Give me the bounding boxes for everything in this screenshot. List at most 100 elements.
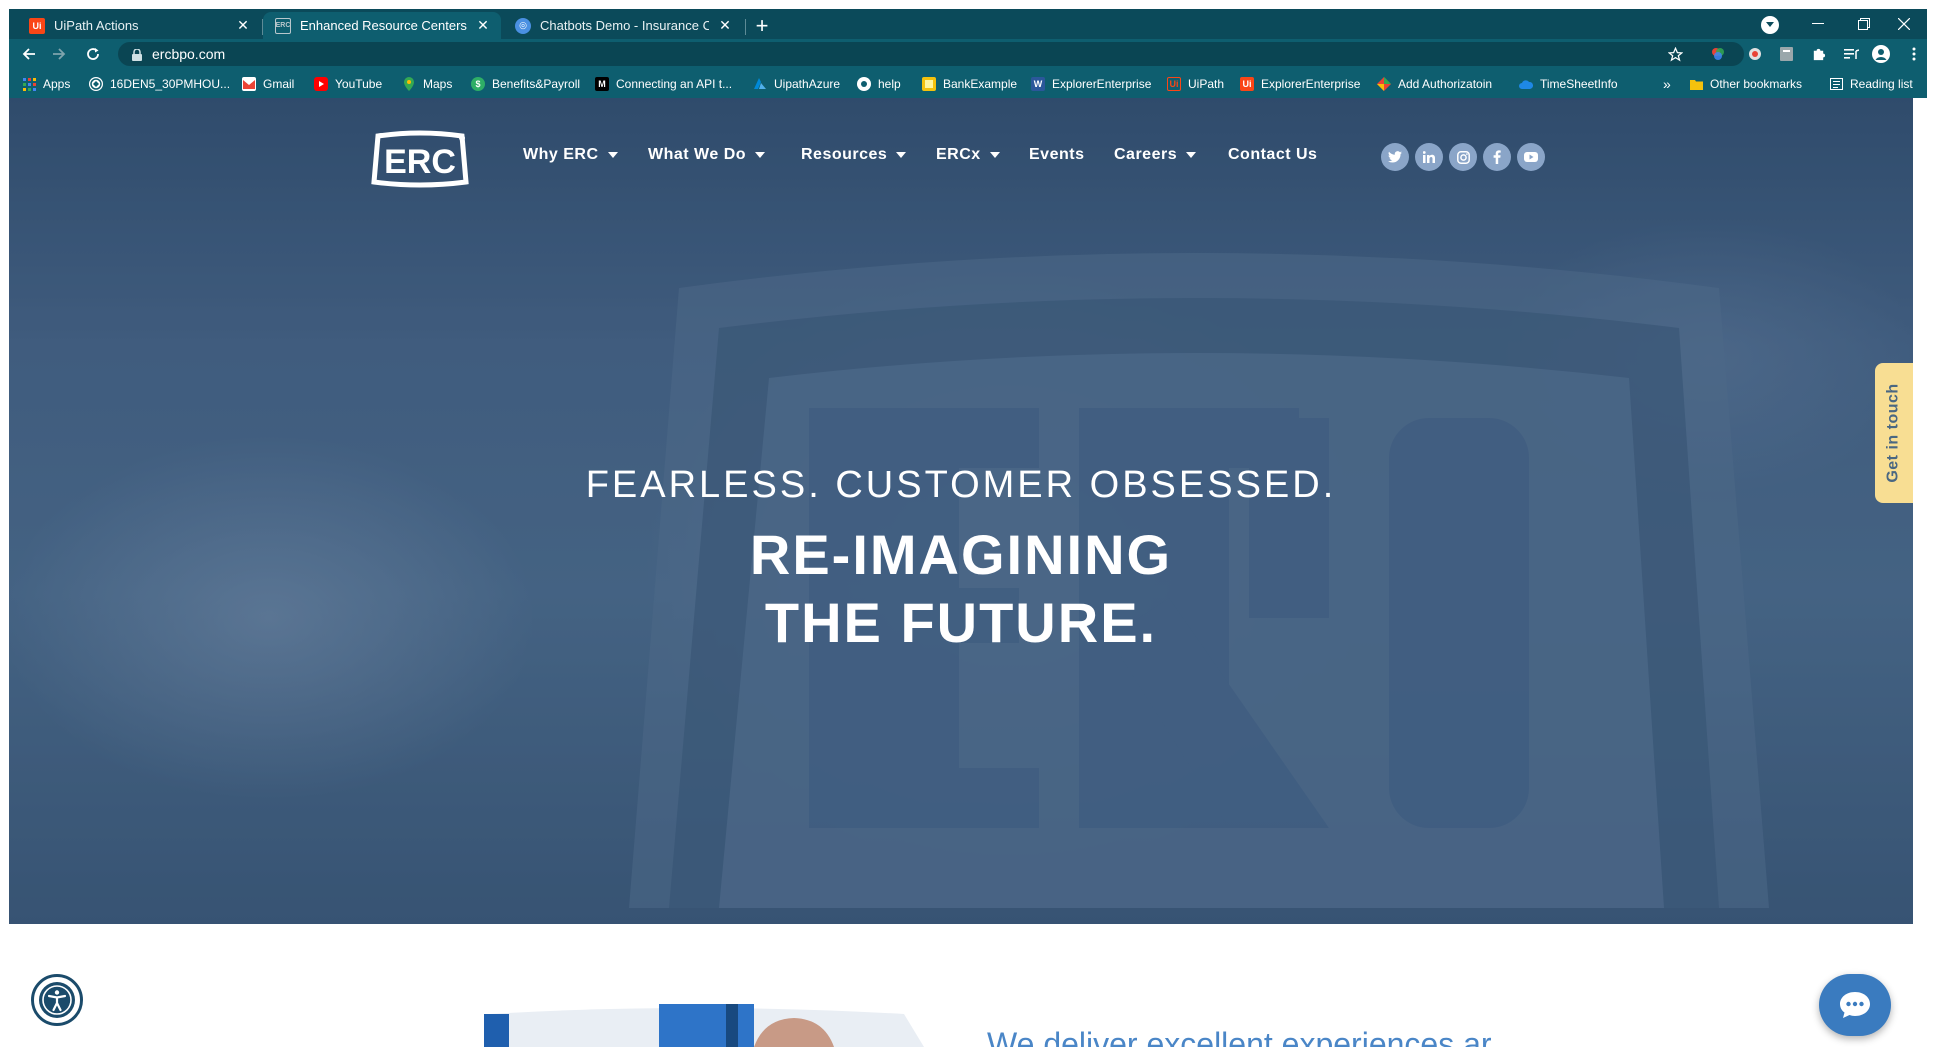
bookmark-other-bookmarks[interactable]: Other bookmarks [1689,74,1802,94]
youtube-icon[interactable] [1517,143,1545,171]
maps-icon [402,77,416,91]
tab-uipath-actions[interactable]: Ui UiPath Actions ✕ [17,12,261,39]
team-photo-image [464,1004,924,1047]
nav-ercx[interactable]: ERCx [936,146,1000,164]
hero-section: ERC Why ERC What We Do Resources ERCx Ev… [9,98,1913,924]
get-in-touch-label: Get in touch [1885,383,1903,483]
lock-icon [132,48,142,61]
forward-arrow-icon[interactable] [47,42,71,66]
browser-toolbar: ercbpo.com [9,39,1927,69]
instagram-icon[interactable] [1449,143,1477,171]
bookmark-label: ExplorerEnterprise [1261,77,1361,91]
benefits-icon: $ [471,77,485,91]
reading-list-icon [1829,77,1843,91]
nav-events[interactable]: Events [1029,146,1084,164]
menu-kebab-icon[interactable] [1905,45,1923,63]
bookmark-label: BankExample [943,77,1018,91]
back-arrow-icon[interactable] [17,42,41,66]
nav-label: What We Do [648,146,747,163]
nav-label: Contact Us [1228,146,1318,163]
chatbot-icon: ◎ [515,17,531,34]
chat-bubble-icon[interactable] [1819,974,1891,1036]
bookmark-label: Gmail [263,77,295,91]
close-icon[interactable]: ✕ [475,17,491,34]
bookmark-label: Reading list [1850,77,1913,91]
bookmark-maps[interactable]: Maps [402,74,452,94]
azure-icon [753,77,767,91]
bookmark-uipathazure[interactable]: UipathAzure [753,74,840,94]
caret-down-icon [896,152,907,158]
new-tab-button[interactable]: + [751,15,773,37]
nav-careers[interactable]: Careers [1114,146,1197,164]
bookmark-timesheetinfo[interactable]: TimeSheetInfo [1519,74,1618,94]
bookmark-label: 16DEN5_30PMHOU... [110,77,231,91]
erc-logo[interactable]: ERC [370,130,470,188]
bookmark-help[interactable]: help [857,74,901,94]
nav-label: ERCx [936,146,981,163]
page-extension-icon[interactable] [1777,45,1795,63]
nav-label: Careers [1114,146,1178,163]
reading-list-button[interactable]: Reading list [1829,74,1913,94]
nav-label: Resources [801,146,888,163]
bookmark-youtube[interactable]: YouTube [314,74,382,94]
bookmark-benefits-payroll[interactable]: $ Benefits&Payroll [471,74,580,94]
bookmark-uipath[interactable]: Ui UiPath [1167,74,1224,94]
accessibility-icon[interactable] [31,974,83,1026]
get-in-touch-tab[interactable]: Get in touch [1875,363,1913,503]
bookmark-add-authorization[interactable]: Add Authorizatoin [1377,74,1492,94]
facebook-icon[interactable] [1483,143,1511,171]
bookmark-explorerenterprise-word[interactable]: W ExplorerEnterprise [1031,74,1151,94]
nav-contact-us[interactable]: Contact Us [1228,146,1317,164]
uipath-icon: Ui [1240,77,1254,91]
bookmark-label: Connecting an API t... [616,77,733,91]
tab-search-icon[interactable] [1761,16,1779,34]
bookmark-connecting-api[interactable]: M Connecting an API t... [595,74,732,94]
linkedin-icon[interactable] [1415,143,1443,171]
bookmark-gmail[interactable]: Gmail [242,74,294,94]
extensions-puzzle-icon[interactable] [1809,45,1827,63]
close-window-icon[interactable] [1881,9,1927,39]
browser-window: Ui UiPath Actions ✕ ERC Enhanced Resourc… [9,9,1927,1047]
nav-why-erc[interactable]: Why ERC [523,146,618,164]
below-section-heading: We deliver excellent experiences ar [987,1026,1492,1047]
url-text: ercbpo.com [152,46,226,62]
tab-title: Enhanced Resource Centers - ER [300,18,467,33]
bookmark-label: Add Authorizatoin [1398,77,1493,91]
bookmark-apps[interactable]: Apps [22,74,70,94]
bookmark-star-icon[interactable] [1666,45,1684,63]
tab-title: UiPath Actions [54,18,139,33]
tab-chatbots-demo[interactable]: ◎ Chatbots Demo - Insurance Claim ✕ [503,12,743,39]
nav-label: Events [1029,146,1085,163]
tab-enhanced-resource-centers[interactable]: ERC Enhanced Resource Centers - ER ✕ [263,12,501,39]
recorder-extension-icon[interactable] [1746,45,1764,63]
close-icon[interactable]: ✕ [235,17,251,34]
cloud-icon [1519,77,1533,91]
caret-down-icon [755,152,766,158]
media-controls-icon[interactable] [1842,45,1860,63]
bookmark-label: Apps [43,77,71,91]
bookmark-label: UipathAzure [774,77,841,91]
tab-title: Chatbots Demo - Insurance Claim [540,18,709,33]
hero-tagline: FEARLESS. CUSTOMER OBSESSED. [585,464,1337,506]
bookmark-bankexample[interactable]: BankExample [922,74,1017,94]
address-bar[interactable]: ercbpo.com [118,42,1744,66]
bookmark-16den5[interactable]: 16DEN5_30PMHOU... [89,74,230,94]
nav-resources[interactable]: Resources [801,146,907,164]
reload-icon[interactable] [81,42,105,66]
bookmarks-bar: Apps 16DEN5_30PMHOU... Gmail YouTube Map… [9,69,1927,98]
hero-tint-overlay [9,98,1913,924]
github-icon [857,77,871,91]
uipath-icon: Ui [29,17,45,34]
bookmarks-overflow-chevron-icon[interactable]: » [1663,74,1671,94]
bookmark-label: TimeSheetInfo [1540,77,1618,91]
caret-down-icon [989,152,1000,158]
minimize-icon[interactable] [1795,9,1841,39]
bookmark-explorerenterprise-uipath[interactable]: Ui ExplorerEnterprise [1240,74,1360,94]
close-icon[interactable]: ✕ [717,17,733,34]
profile-avatar-icon[interactable] [1872,45,1890,63]
nav-what-we-do[interactable]: What We Do [648,146,766,164]
bookmark-label: help [878,77,901,91]
twitter-icon[interactable] [1381,143,1409,171]
hero-headline-line1: RE-IMAGINING [749,523,1173,586]
color-extension-icon[interactable] [1709,45,1727,63]
